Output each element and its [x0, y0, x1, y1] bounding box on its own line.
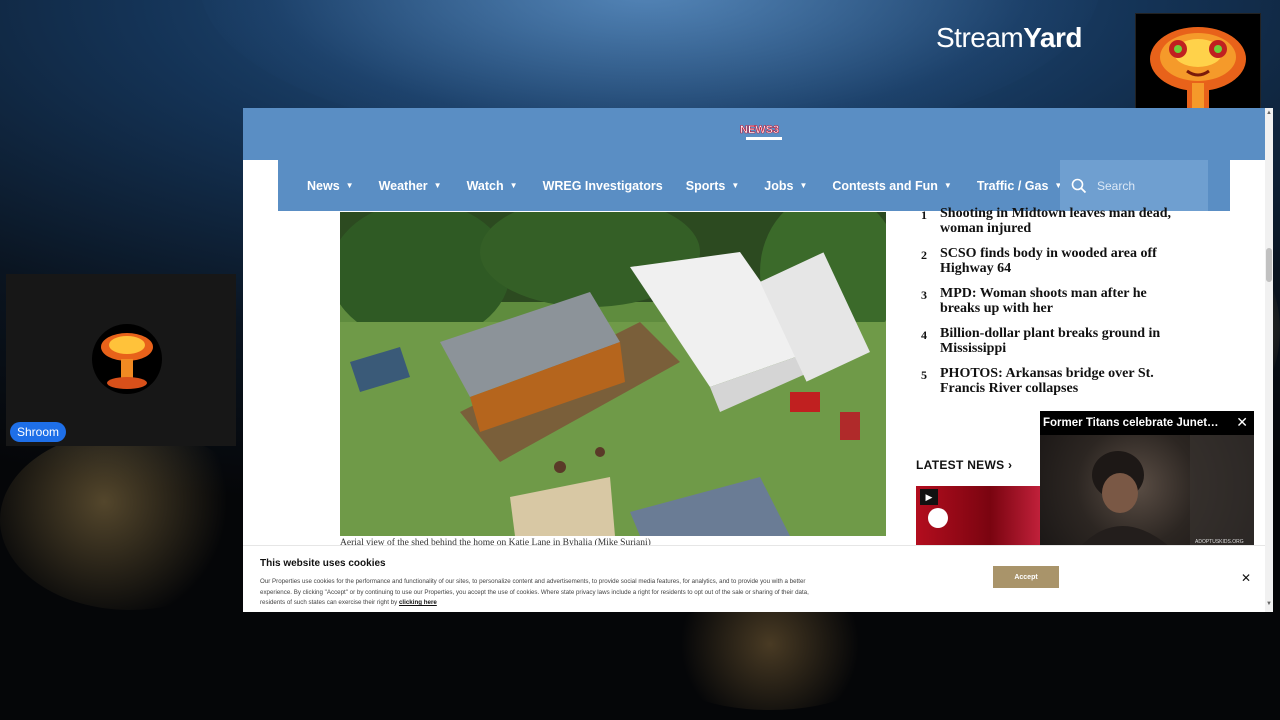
search-icon — [1071, 178, 1087, 193]
caret-down-icon: ▼ — [943, 181, 952, 190]
nav-sports[interactable]: Sports ▼ — [686, 179, 740, 193]
news3-logo[interactable]: NEWS3 — [740, 122, 788, 142]
streamyard-logo: StreamYard — [936, 22, 1082, 53]
browser-page: NEWS3 News ▼ Weather ▼ Watch ▼ WREG Investi… — [243, 108, 1273, 612]
nav-weather[interactable]: Weather ▼ — [379, 179, 442, 193]
caret-down-icon: ▼ — [433, 181, 442, 190]
video-title-bar: Former Titans celebrate Juneteenth — [1040, 411, 1254, 435]
trending-item[interactable]: 2 SCSO finds body in wooded area off High… — [921, 246, 1211, 276]
close-icon[interactable]: ✕ — [1236, 414, 1248, 431]
nav-jobs[interactable]: Jobs ▼ — [764, 179, 807, 193]
webcam-tile: Shroom — [6, 274, 236, 446]
trending-item[interactable]: 5 PHOTOS: Arkansas bridge over St. Franci… — [921, 366, 1211, 396]
svg-text:NEWS3: NEWS3 — [740, 124, 779, 136]
nav-news[interactable]: News ▼ — [307, 179, 354, 193]
trending-item[interactable]: 3 MPD: Woman shoots man after he breaks u… — [921, 286, 1211, 316]
scrollbar-thumb[interactable] — [1266, 248, 1272, 282]
cookie-body: Our Properties use cookies for the perfo… — [260, 578, 809, 606]
city-lights — [0, 430, 260, 610]
article-photo — [340, 212, 886, 536]
caret-down-icon: ▼ — [509, 181, 518, 190]
nav-watch[interactable]: Watch ▼ — [467, 179, 518, 193]
video-frame[interactable]: ADOPTUSKIDS.ORG — [1040, 435, 1254, 547]
caret-down-icon: ▼ — [799, 181, 808, 190]
nav-contests-and-fun[interactable]: Contests and Fun ▼ — [832, 179, 951, 193]
nav-traffic-gas[interactable]: Traffic / Gas ▼ — [977, 179, 1062, 193]
cookie-title: This website uses cookies — [260, 558, 386, 569]
trending-item[interactable]: 4 Billion-dollar plant breaks ground in M… — [921, 326, 1211, 356]
scrollbar[interactable]: ▲ ▼ — [1265, 108, 1273, 612]
latest-news-thumbnail[interactable]: ▶ — [916, 486, 1040, 546]
accept-button[interactable]: Accept — [993, 566, 1059, 588]
play-icon: ▶ — [920, 489, 938, 505]
caret-down-icon: ▼ — [345, 181, 354, 190]
nav-wreg-investigators[interactable]: WREG Investigators — [543, 179, 663, 193]
latest-news-heading[interactable]: LATEST NEWS › — [916, 458, 1012, 472]
cookie-banner: This website uses cookies Our Properties… — [243, 545, 1265, 612]
avatar — [92, 324, 162, 394]
participant-name-badge: Shroom — [10, 422, 67, 442]
floating-video-player[interactable]: Former Titans celebrate Juneteenth ✕ ADO… — [1040, 411, 1254, 547]
close-icon[interactable]: ✕ — [1241, 571, 1251, 585]
video-title: Former Titans celebrate Juneteenth — [1043, 417, 1223, 429]
search-box[interactable]: Search — [1060, 160, 1208, 211]
trending-item[interactable]: 1 Shooting in Midtown leaves man dead, wo… — [921, 206, 1211, 236]
caret-down-icon: ▼ — [731, 181, 740, 190]
cookie-link[interactable]: clicking here — [399, 599, 437, 606]
city-lights — [650, 600, 890, 710]
scroll-up-icon[interactable]: ▲ — [1266, 110, 1272, 116]
site-header: NEWS3 — [243, 108, 1265, 160]
trending-list: 1 Shooting in Midtown leaves man dead, wo… — [921, 206, 1211, 402]
search-input[interactable]: Search — [1097, 179, 1135, 193]
thumbnail-graphic — [928, 508, 948, 528]
scroll-down-icon[interactable]: ▼ — [1266, 601, 1272, 607]
